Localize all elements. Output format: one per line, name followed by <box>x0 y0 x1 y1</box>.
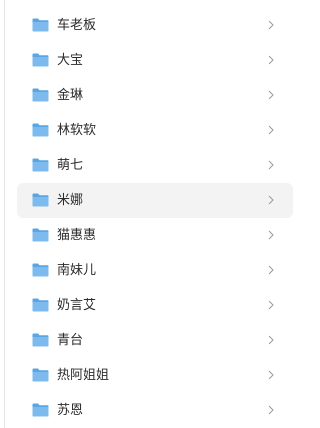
folder-item[interactable]: 奶言艾 <box>17 288 293 323</box>
folder-item[interactable]: 金琳 <box>17 78 293 113</box>
folder-item[interactable]: 猫惠惠 <box>17 218 293 253</box>
folder-item[interactable]: 林软软 <box>17 113 293 148</box>
folder-label: 苏恩 <box>57 403 84 418</box>
chevron-right-icon <box>268 370 274 380</box>
chevron-right-icon <box>268 405 274 415</box>
folder-icon <box>32 228 49 242</box>
chevron-right-icon <box>268 300 274 310</box>
folder-item[interactable]: 青台 <box>17 323 293 358</box>
chevron-right-icon <box>268 20 274 30</box>
folder-icon <box>32 193 49 207</box>
folder-label: 热阿姐姐 <box>57 368 110 383</box>
folder-icon <box>32 123 49 137</box>
folder-icon <box>32 298 49 312</box>
folder-item[interactable]: 萌七 <box>17 148 293 183</box>
folder-item[interactable]: 热阿姐姐 <box>17 358 293 393</box>
chevron-right-icon <box>268 195 274 205</box>
folder-label: 青台 <box>57 333 84 348</box>
chevron-right-icon <box>268 125 274 135</box>
folder-label: 萌七 <box>57 158 84 173</box>
chevron-right-icon <box>268 265 274 275</box>
folder-icon <box>32 403 49 417</box>
folder-label: 大宝 <box>57 53 84 68</box>
folder-list: 车老板大宝金琳林软软萌七米娜猫惠惠南妹儿奶言艾青台热阿姐姐苏恩 <box>17 8 293 428</box>
folder-item[interactable]: 米娜 <box>17 183 293 218</box>
folder-icon <box>32 158 49 172</box>
folder-icon <box>32 263 49 277</box>
folder-label: 米娜 <box>57 193 84 208</box>
folder-panel: 车老板大宝金琳林软软萌七米娜猫惠惠南妹儿奶言艾青台热阿姐姐苏恩 <box>0 0 300 428</box>
folder-icon <box>32 18 49 32</box>
folder-item[interactable]: 南妹儿 <box>17 253 293 288</box>
folder-icon <box>32 53 49 67</box>
folder-item[interactable]: 车老板 <box>17 8 293 43</box>
folder-icon <box>32 88 49 102</box>
chevron-right-icon <box>268 55 274 65</box>
folder-item[interactable]: 大宝 <box>17 43 293 78</box>
folder-label: 林软软 <box>57 123 97 138</box>
folder-label: 金琳 <box>57 88 84 103</box>
chevron-right-icon <box>268 90 274 100</box>
folder-label: 南妹儿 <box>57 263 97 278</box>
folder-label: 奶言艾 <box>57 298 97 313</box>
chevron-right-icon <box>268 160 274 170</box>
panel-divider <box>4 0 5 428</box>
folder-icon <box>32 368 49 382</box>
folder-label: 车老板 <box>57 18 97 33</box>
folder-item[interactable]: 苏恩 <box>17 393 293 428</box>
folder-icon <box>32 333 49 347</box>
chevron-right-icon <box>268 335 274 345</box>
folder-label: 猫惠惠 <box>57 228 97 243</box>
chevron-right-icon <box>268 230 274 240</box>
